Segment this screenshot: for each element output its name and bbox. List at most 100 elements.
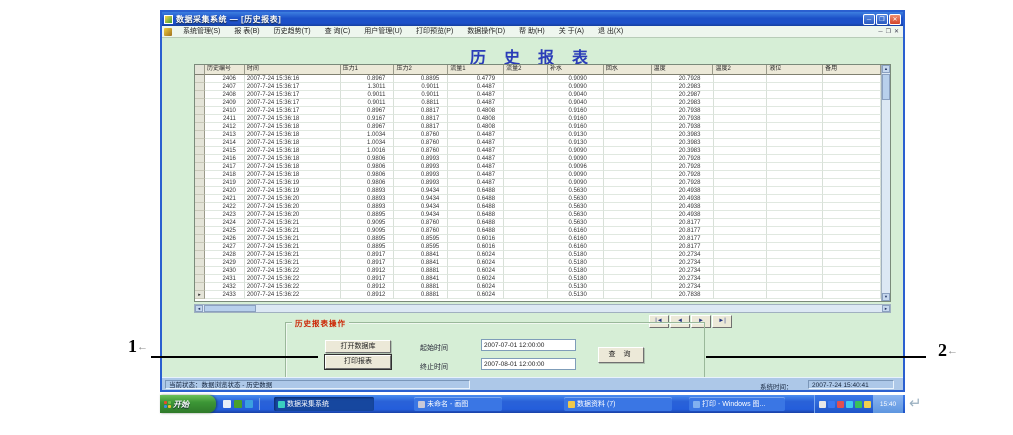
menu-item-4[interactable]: 查 询(C)	[318, 26, 358, 37]
menu-item-6[interactable]: 打印预览(P)	[409, 26, 460, 37]
table-row[interactable]: 24162007-7-24 15:36:180.98060.89930.4487…	[195, 155, 881, 163]
row-gutter[interactable]	[195, 219, 205, 227]
row-gutter[interactable]	[195, 235, 205, 243]
table-row[interactable]: 24282007-7-24 15:36:210.89170.88410.6024…	[195, 251, 881, 259]
antivirus-icon[interactable]	[837, 401, 844, 408]
taskbar-clock[interactable]: 15:40	[873, 395, 903, 413]
row-gutter[interactable]	[195, 187, 205, 195]
column-header[interactable]: 压力1	[341, 65, 395, 75]
row-gutter[interactable]	[195, 123, 205, 131]
table-row[interactable]: 24322007-7-24 15:36:220.89120.88810.6024…	[195, 283, 881, 291]
nav-last-button[interactable]: ►|	[712, 315, 732, 328]
column-header[interactable]: 备用	[823, 65, 881, 75]
menu-item-3[interactable]: 历史趋势(T)	[267, 26, 318, 37]
current-row-marker[interactable]: ▸	[195, 291, 205, 299]
taskbar-task-2[interactable]: 未命名 - 画图	[414, 397, 502, 411]
horizontal-scroll-thumb[interactable]	[204, 305, 256, 312]
row-gutter[interactable]	[195, 267, 205, 275]
table-row[interactable]: 24252007-7-24 15:36:210.90950.87600.6488…	[195, 227, 881, 235]
vertical-scroll-thumb[interactable]	[882, 74, 890, 100]
table-row[interactable]: 24122007-7-24 15:36:180.89670.88170.4808…	[195, 123, 881, 131]
table-row[interactable]: 24102007-7-24 15:36:170.89670.88170.4808…	[195, 107, 881, 115]
maximize-icon[interactable]: ❐	[876, 14, 888, 25]
column-header[interactable]: 温度2	[713, 65, 767, 75]
row-gutter[interactable]	[195, 283, 205, 291]
row-gutter[interactable]	[195, 107, 205, 115]
start-time-input[interactable]	[481, 339, 576, 351]
scroll-up-icon[interactable]: ▲	[882, 65, 890, 73]
table-row[interactable]: 24142007-7-24 15:36:181.00340.87600.4487…	[195, 139, 881, 147]
open-database-button[interactable]: 打开数据库	[325, 340, 391, 353]
table-row[interactable]: 24182007-7-24 15:36:180.98060.89930.4487…	[195, 171, 881, 179]
table-row[interactable]: ▸24332007-7-24 15:36:220.89120.88810.602…	[195, 291, 881, 299]
taskbar-task-1[interactable]: 数据采集系统	[274, 397, 374, 411]
row-gutter[interactable]	[195, 75, 205, 83]
scroll-right-icon[interactable]: ►	[882, 305, 890, 312]
query-button[interactable]: 查 询	[598, 347, 644, 363]
column-header[interactable]: 流量1	[448, 65, 504, 75]
table-row[interactable]: 24262007-7-24 15:36:210.88950.85950.6016…	[195, 235, 881, 243]
row-gutter[interactable]	[195, 91, 205, 99]
row-gutter[interactable]	[195, 155, 205, 163]
column-header[interactable]: 液位	[767, 65, 823, 75]
volume-icon[interactable]	[819, 401, 826, 408]
mdi-minimize-icon[interactable]: ─	[878, 27, 882, 37]
table-row[interactable]: 24152007-7-24 15:36:181.00160.87600.4487…	[195, 147, 881, 155]
end-time-input[interactable]	[481, 358, 576, 370]
taskbar-task-3[interactable]: 数据资料 (7)	[564, 397, 672, 411]
row-gutter[interactable]	[195, 179, 205, 187]
table-row[interactable]: 24192007-7-24 15:36:190.98060.89930.4487…	[195, 179, 881, 187]
table-row[interactable]: 24272007-7-24 15:36:210.88950.85950.6016…	[195, 243, 881, 251]
table-row[interactable]: 24072007-7-24 15:36:171.30110.90110.4487…	[195, 83, 881, 91]
table-row[interactable]: 24202007-7-24 15:36:190.88930.94340.6488…	[195, 187, 881, 195]
table-row[interactable]: 24212007-7-24 15:36:200.88930.94340.6488…	[195, 195, 881, 203]
menu-item-2[interactable]: 报 表(B)	[227, 26, 266, 37]
menu-item-10[interactable]: 退 出(X)	[591, 26, 630, 37]
row-gutter[interactable]	[195, 203, 205, 211]
table-row[interactable]: 24232007-7-24 15:36:200.88950.94340.6488…	[195, 211, 881, 219]
vertical-scrollbar[interactable]: ▲ ▼	[881, 65, 890, 301]
row-gutter[interactable]	[195, 83, 205, 91]
ime-icon[interactable]	[864, 401, 871, 408]
mdi-close-icon[interactable]: ✕	[894, 27, 899, 37]
row-gutter[interactable]	[195, 139, 205, 147]
system-menu-icon[interactable]	[164, 28, 172, 36]
menu-item-1[interactable]: 系统管理(S)	[176, 26, 227, 37]
scroll-left-icon[interactable]: ◄	[195, 305, 203, 312]
start-button[interactable]: 开始	[160, 395, 216, 413]
row-gutter[interactable]	[195, 211, 205, 219]
row-gutter[interactable]	[195, 99, 205, 107]
mdi-restore-icon[interactable]: ❐	[886, 27, 891, 37]
table-row[interactable]: 24302007-7-24 15:36:220.89120.88810.6024…	[195, 267, 881, 275]
row-gutter[interactable]	[195, 251, 205, 259]
scroll-down-icon[interactable]: ▼	[882, 293, 890, 301]
menu-item-5[interactable]: 用户管理(U)	[357, 26, 409, 37]
row-gutter[interactable]	[195, 227, 205, 235]
quick-launch-icon-2[interactable]	[234, 400, 242, 408]
table-row[interactable]: 24062007-7-24 15:36:160.89670.88950.4779…	[195, 75, 881, 83]
network-icon[interactable]	[828, 401, 835, 408]
menu-item-9[interactable]: 关 于(A)	[552, 26, 591, 37]
row-gutter[interactable]	[195, 115, 205, 123]
messenger-icon[interactable]	[846, 401, 853, 408]
row-gutter[interactable]	[195, 275, 205, 283]
table-row[interactable]: 24292007-7-24 15:36:210.89170.88410.6024…	[195, 259, 881, 267]
menu-item-7[interactable]: 数据操作(D)	[460, 26, 512, 37]
column-header[interactable]: 流量2	[504, 65, 548, 75]
table-row[interactable]: 24172007-7-24 15:36:180.98060.89930.4487…	[195, 163, 881, 171]
row-gutter[interactable]	[195, 147, 205, 155]
table-row[interactable]: 24222007-7-24 15:36:200.88930.94340.6488…	[195, 203, 881, 211]
quick-launch-icon-3[interactable]	[245, 400, 253, 408]
usb-icon[interactable]	[855, 401, 862, 408]
row-gutter[interactable]	[195, 259, 205, 267]
column-header[interactable]: 温度	[652, 65, 714, 75]
print-report-button[interactable]: 打印报表	[325, 355, 391, 369]
column-header[interactable]: 压力2	[394, 65, 448, 75]
row-gutter[interactable]	[195, 171, 205, 179]
row-gutter[interactable]	[195, 243, 205, 251]
table-row[interactable]: 24242007-7-24 15:36:210.90950.87600.6488…	[195, 219, 881, 227]
column-header[interactable]: 回水	[604, 65, 652, 75]
column-header[interactable]: 时间	[245, 65, 341, 75]
table-row[interactable]: 24112007-7-24 15:36:180.91670.88170.4808…	[195, 115, 881, 123]
row-gutter[interactable]	[195, 163, 205, 171]
